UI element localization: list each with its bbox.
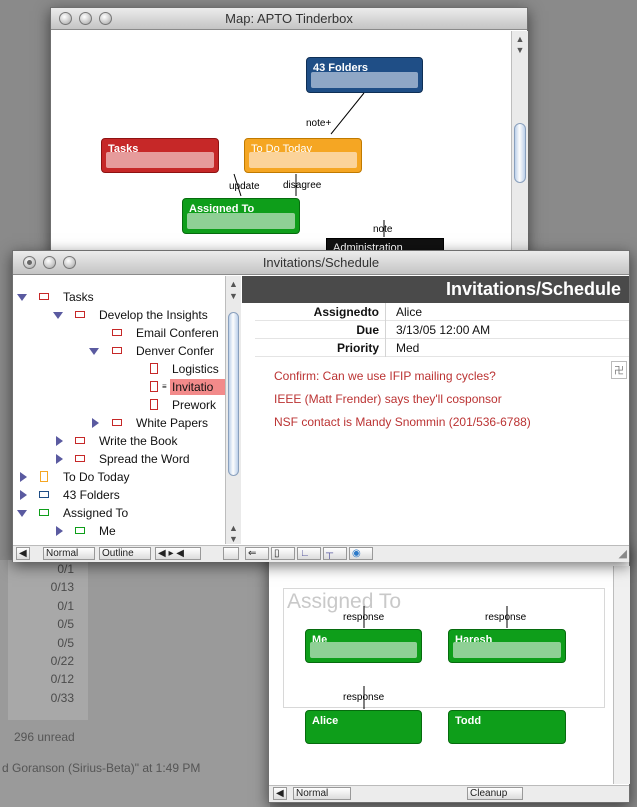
outline-item[interactable]: To Do Today [13,468,225,486]
note-text-line[interactable]: Confirm: Can we use IFIP mailing cycles? [274,369,496,383]
outline-item[interactable]: Assigned To [13,504,225,522]
count-value: 0/12 [50,672,74,686]
outline-item[interactable]: Me [13,522,225,540]
schedule-window: Invitations/Schedule Tasks Develop the I… [12,250,630,562]
assigned-to-window: Assigned To Me Haresh Alice Todd respons… [268,545,630,803]
outline-item[interactable]: Write the Book [13,432,225,450]
disclosure-triangle-icon[interactable] [20,490,27,500]
outline-item[interactable]: 43 Folders [13,486,225,504]
disclosure-triangle-icon[interactable] [17,294,27,301]
count-column: 0/1 0/13 0/1 0/5 0/5 0/22 0/12 0/33 [8,560,88,720]
note-icon [112,419,122,426]
outline-pane: Tasks Develop the Insights Email Confere… [13,276,225,544]
nav-back-button[interactable]: ◀ [16,547,30,560]
disclosure-triangle-icon[interactable] [89,348,99,355]
scroll-up-arrow-icon[interactable]: ▲ [226,278,241,290]
count-value: 0/33 [50,691,74,705]
count-value: 0/22 [50,654,74,668]
link-label: response [343,692,385,703]
count-value: 0/1 [57,562,74,576]
note-icon [75,437,85,444]
view-mode-select[interactable]: Normal [293,787,351,800]
count-value: 0/5 [57,617,74,631]
outline-item[interactable]: Email Conferen [13,324,225,342]
note-icon [75,455,85,462]
outline-scrollbar[interactable]: ▲ ▼ ▲ ▼ [225,276,241,544]
count-value: 0/1 [57,599,74,613]
text-tool-icon[interactable]: ⇐ [245,547,269,560]
text-note-icon [40,471,48,482]
outline-item-selected[interactable]: ≡ Invitatio [13,378,225,396]
disclosure-triangle-icon[interactable] [20,472,27,482]
outline-item[interactable]: White Papers [13,414,225,432]
text-note-icon [150,363,158,374]
note-icon [75,527,85,534]
disclosure-triangle-icon[interactable] [53,312,63,319]
disclosure-triangle-icon[interactable] [56,436,63,446]
schedule-titlebar[interactable]: Invitations/Schedule [13,251,629,275]
text-note-icon [150,381,158,392]
disclosure-triangle-icon[interactable] [92,418,99,428]
note-icon [39,293,49,300]
outline-item[interactable]: Denver Confer [13,342,225,360]
globe-icon[interactable]: ◉ [349,547,373,560]
attribute-row[interactable]: Priority Med [255,339,629,357]
drag-handle-icon[interactable]: ≡ [162,378,167,396]
minimize-button[interactable] [43,256,56,269]
nav-back-button[interactable]: ◀ [273,787,287,800]
split-divider[interactable] [223,547,239,560]
map-links [233,92,385,237]
disclosure-triangle-icon[interactable] [17,510,27,517]
scroll-thumb[interactable] [228,312,239,476]
scroll-down-arrow-icon[interactable]: ▼ [226,533,241,545]
note-text-line[interactable]: IEEE (Matt Frender) says they'll cospons… [274,392,502,406]
outline-item[interactable]: Spread the Word [13,450,225,468]
link-label: update [229,181,260,192]
disclosure-triangle-icon[interactable] [56,526,63,536]
note-icon [112,329,122,336]
scroll-arrows[interactable]: ◀ ▸ ◀ [155,547,201,560]
link-label: disagree [283,180,322,191]
cleanup-button[interactable]: Cleanup [467,787,523,800]
align-tool-icon[interactable]: ∟ [297,547,321,560]
link-label: note+ [306,118,332,129]
attribute-row[interactable]: Due 3/13/05 12:00 AM [255,321,629,339]
assigned-bottom-bar: ◀ Normal Cleanup [269,785,629,802]
outline-mode-select[interactable]: Outline [99,547,151,560]
outline-item[interactable]: Prework [13,396,225,414]
note-text-line[interactable]: NSF contact is Mandy Snommin (201/536-67… [274,415,531,429]
pin-tool-icon[interactable]: ┬ [323,547,347,560]
disclosure-triangle-icon[interactable] [56,454,63,464]
text-note-icon [150,399,158,410]
link-label: response [343,612,385,623]
map-window: Map: APTO Tinderbox ▲ ▼ 43 Folders Tasks… [50,7,528,258]
view-mode-select[interactable]: Normal [43,547,95,560]
attribute-row[interactable]: Assignedto Alice [255,303,629,321]
count-value: 0/5 [57,636,74,650]
page-tool-icon[interactable]: ▯ [271,547,295,560]
note-title: Invitations/Schedule [445,279,621,299]
outline-item[interactable]: Develop the Insights [13,306,225,324]
footer-status: d Goranson (Sirius-Beta)" at 1:49 PM [2,761,201,775]
note-header-bar: Invitations/Schedule [242,276,629,303]
schedule-bottom-bar: ◀ Normal Outline ◀ ▸ ◀ ⇐ ▯ ∟ ┬ ◉ ◢ [13,545,629,562]
attribute-divider [385,303,386,357]
assigned-links [363,606,508,709]
schedule-window-title: Invitations/Schedule [262,255,380,270]
note-icon [75,311,85,318]
outline-item[interactable]: Tasks [13,288,225,306]
note-icon [112,347,122,354]
scroll-down-arrow-icon[interactable]: ▼ [226,290,241,302]
link-label: response [485,612,527,623]
stamp-icon[interactable]: 卍 [611,361,627,379]
outline-item[interactable]: Logistics [13,360,225,378]
zoom-button[interactable] [63,256,76,269]
unread-status: 296 unread [14,730,75,744]
link-label: note [373,224,393,235]
resize-grip-icon[interactable]: ◢ [619,547,627,560]
close-button[interactable] [23,256,36,269]
note-icon [39,509,49,516]
note-icon [39,491,49,498]
count-value: 0/13 [50,580,74,594]
